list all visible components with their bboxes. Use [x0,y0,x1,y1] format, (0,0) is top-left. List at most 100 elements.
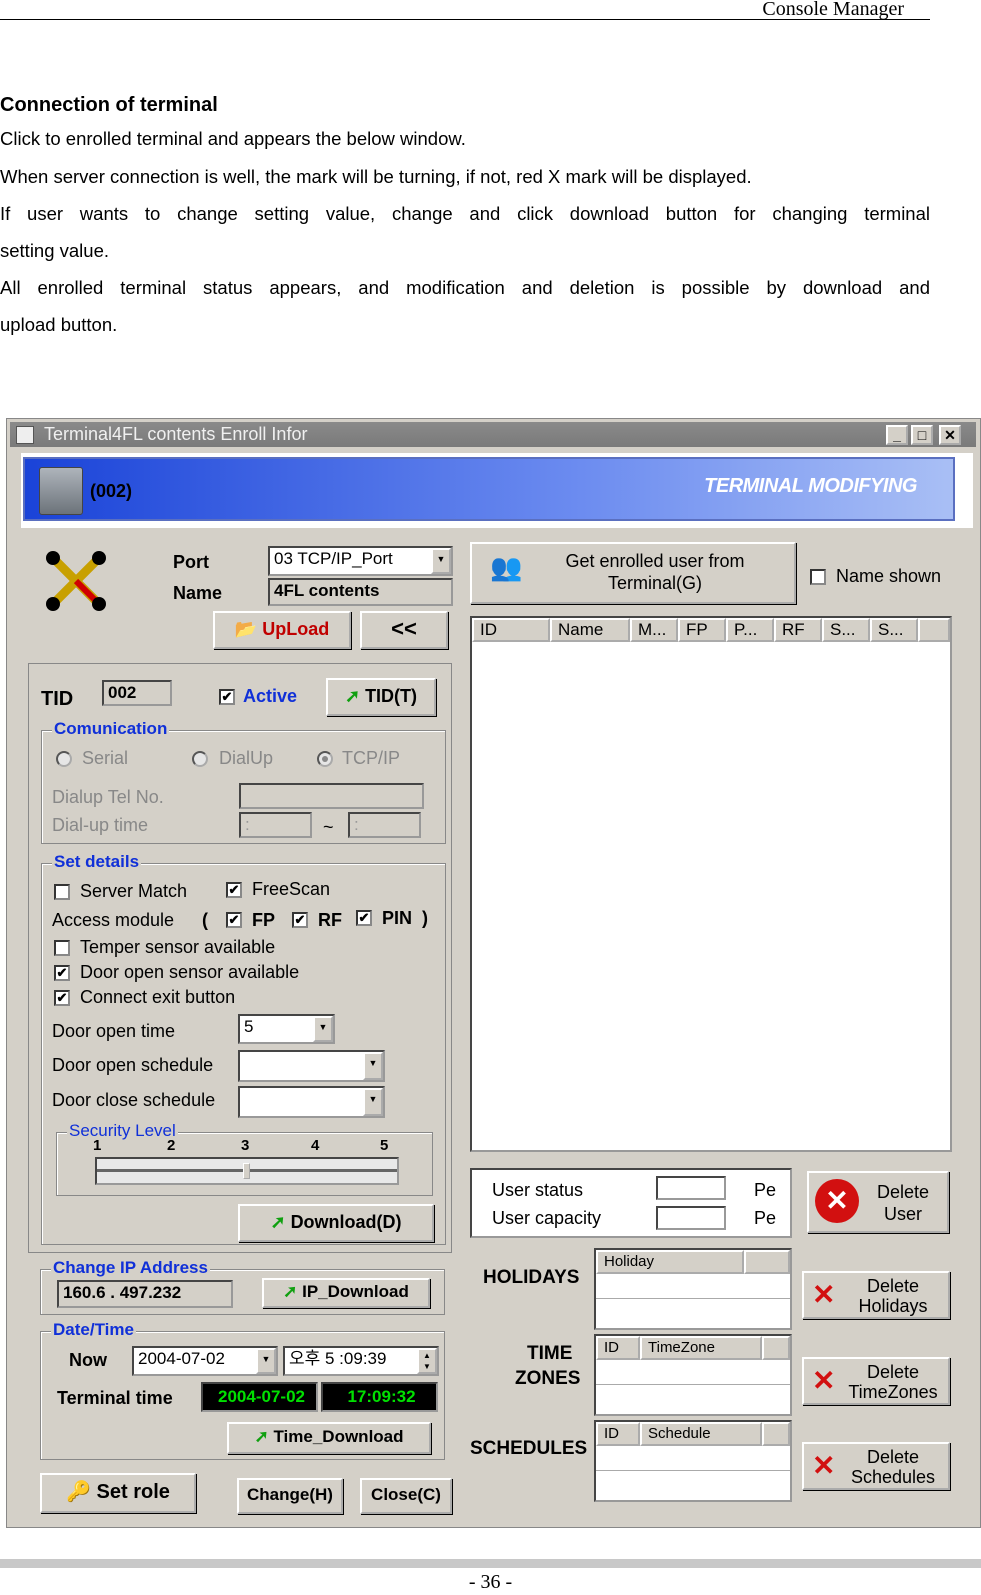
upload-button[interactable]: 📂 UpLoad [213,611,351,649]
ip-address-field[interactable]: 160.6 . 497.232 [57,1280,233,1308]
chevron-down-icon[interactable]: ▼ [313,1016,333,1042]
window-content: (002) TERMINAL MODIFYING Port 03 TCP/IP_… [21,453,973,1521]
tid-label: TID [41,688,74,710]
change-ip-title: Change IP Address [51,1258,210,1278]
col-p[interactable]: P... [726,618,774,642]
name-shown-label: Name shown [836,566,942,586]
door-open-schedule-select[interactable]: ▼ [238,1050,385,1082]
minimize-button[interactable]: _ [886,425,908,445]
time-spinner[interactable]: 오후 5 :09:39 ▲ ▼ [283,1346,439,1376]
terminal-time-display: 17:09:32 [321,1382,438,1412]
delete-timezones-button[interactable]: ✕ Delete TimeZones [802,1357,950,1405]
connection-status-icon [46,551,106,611]
communication-group: Comunication Serial DialUp TCP/IP Dialup… [41,719,446,844]
user-status-field [656,1176,726,1200]
holidays-table[interactable]: Holiday [594,1248,792,1330]
chevron-down-icon[interactable]: ▼ [256,1348,276,1374]
dialup-time-to[interactable]: : [348,812,421,838]
para-6: upload button. [0,314,118,335]
port-select[interactable]: 03 TCP/IP_Port ▼ [268,546,453,576]
active-checkbox[interactable]: ✔ [219,689,235,705]
delete-schedules-button[interactable]: ✕ Delete Schedules [802,1442,950,1490]
download-button[interactable]: ➚ Download(D) [238,1204,434,1242]
col-filler [918,618,950,642]
name-field[interactable]: 4FL contents [268,578,453,606]
dialup-label: DialUp [219,748,274,768]
col-s2[interactable]: S... [870,618,918,642]
set-role-button[interactable]: 🔑 Set role [40,1473,196,1513]
left-panel: Port 03 TCP/IP_Port ▼ Name 4FL contents 📂… [21,528,461,1521]
delete-icon: ✕ [812,1279,836,1310]
col-schedule[interactable]: Schedule [640,1422,762,1446]
col-s1[interactable]: S... [822,618,870,642]
time-download-button[interactable]: ➚ Time_Download [227,1422,431,1454]
date-value: 2004-07-02 [138,1349,225,1368]
tcpip-radio[interactable] [317,751,333,767]
col-name[interactable]: Name [550,618,630,642]
chevron-down-icon[interactable]: ▼ [431,548,451,574]
terminal-banner: (002) TERMINAL MODIFYING [23,457,955,521]
delete-schedules-label-1: Delete [866,1447,920,1467]
maximize-button[interactable]: □ [911,425,933,445]
col-m[interactable]: M... [630,618,678,642]
title-bar[interactable]: Terminal4FL contents Enroll Infor _ □ ✕ [10,422,976,447]
door-close-schedule-select[interactable]: ▼ [238,1086,385,1118]
get-enrolled-user-button[interactable]: 👥 Get enrolled user from Terminal(G) [470,542,796,604]
user-capacity-pe: Pe [754,1208,777,1228]
tid-button[interactable]: ➚ TID(T) [326,678,436,716]
user-list-table[interactable]: ID Name M... FP P... RF S... S... [470,616,952,1152]
security-level-slider[interactable] [95,1157,399,1185]
user-capacity-field [656,1206,726,1230]
col-rf[interactable]: RF [774,618,822,642]
close-button[interactable]: Close(C) [360,1478,452,1514]
tilde-label: ~ [323,817,334,837]
fp-checkbox[interactable]: ✔ [226,912,242,928]
delete-holidays-button[interactable]: ✕ Delete Holidays [802,1271,950,1319]
chevron-down-icon[interactable]: ▼ [363,1088,383,1116]
delete-schedules-label-2: Schedules [850,1467,936,1487]
freescan-checkbox[interactable]: ✔ [226,882,242,898]
tid-button-label: TID(T) [365,686,418,706]
tid-field[interactable]: 002 [102,680,172,706]
change-button[interactable]: Change(H) [237,1478,343,1514]
door-sensor-checkbox[interactable]: ✔ [54,965,70,981]
col-sch-filler [762,1422,790,1446]
col-sch-id[interactable]: ID [596,1422,640,1446]
arrow-icon: ➚ [270,1212,286,1232]
col-holiday[interactable]: Holiday [596,1250,744,1274]
timezones-table[interactable]: ID TimeZone [594,1334,792,1416]
server-match-checkbox[interactable] [54,884,70,900]
close-window-button[interactable]: ✕ [939,425,961,445]
delete-user-button[interactable]: ✕ Delete User [807,1171,949,1233]
para-4: setting value. [0,240,110,261]
pin-label: PIN [382,908,413,928]
dialup-time-from[interactable]: : [239,812,312,838]
level-1: 1 [93,1137,102,1154]
col-timezone[interactable]: TimeZone [640,1336,762,1360]
schedules-table[interactable]: ID Schedule [594,1420,792,1502]
spinner-icon[interactable]: ▲ ▼ [417,1348,437,1374]
door-open-time-select[interactable]: 5 ▼ [238,1014,335,1044]
col-fp[interactable]: FP [678,618,726,642]
slider-thumb[interactable] [243,1163,250,1179]
temper-checkbox[interactable] [54,940,70,956]
dialup-tel-field[interactable] [239,783,424,809]
dialup-radio[interactable] [192,751,208,767]
active-label: Active [243,686,298,706]
col-tz-id[interactable]: ID [596,1336,640,1360]
holidays-label: HOLIDAYS [483,1267,580,1288]
serial-radio[interactable] [56,751,72,767]
page-header: Console Manager [0,0,930,20]
exit-button-checkbox[interactable]: ✔ [54,990,70,1006]
header-title: Console Manager [762,0,904,20]
ip-download-button[interactable]: ➚ IP_Download [262,1278,430,1308]
date-picker[interactable]: 2004-07-02 ▼ [132,1346,278,1376]
chevron-down-icon[interactable]: ▼ [363,1052,383,1080]
set-details-group: Set details Server Match ✔ FreeScan Acce… [41,852,446,1245]
rf-checkbox[interactable]: ✔ [292,912,308,928]
fp-label: FP [252,910,276,930]
back-button[interactable]: << [360,611,448,649]
pin-checkbox[interactable]: ✔ [356,910,372,926]
name-shown-checkbox[interactable] [810,569,826,585]
col-id[interactable]: ID [472,618,550,642]
